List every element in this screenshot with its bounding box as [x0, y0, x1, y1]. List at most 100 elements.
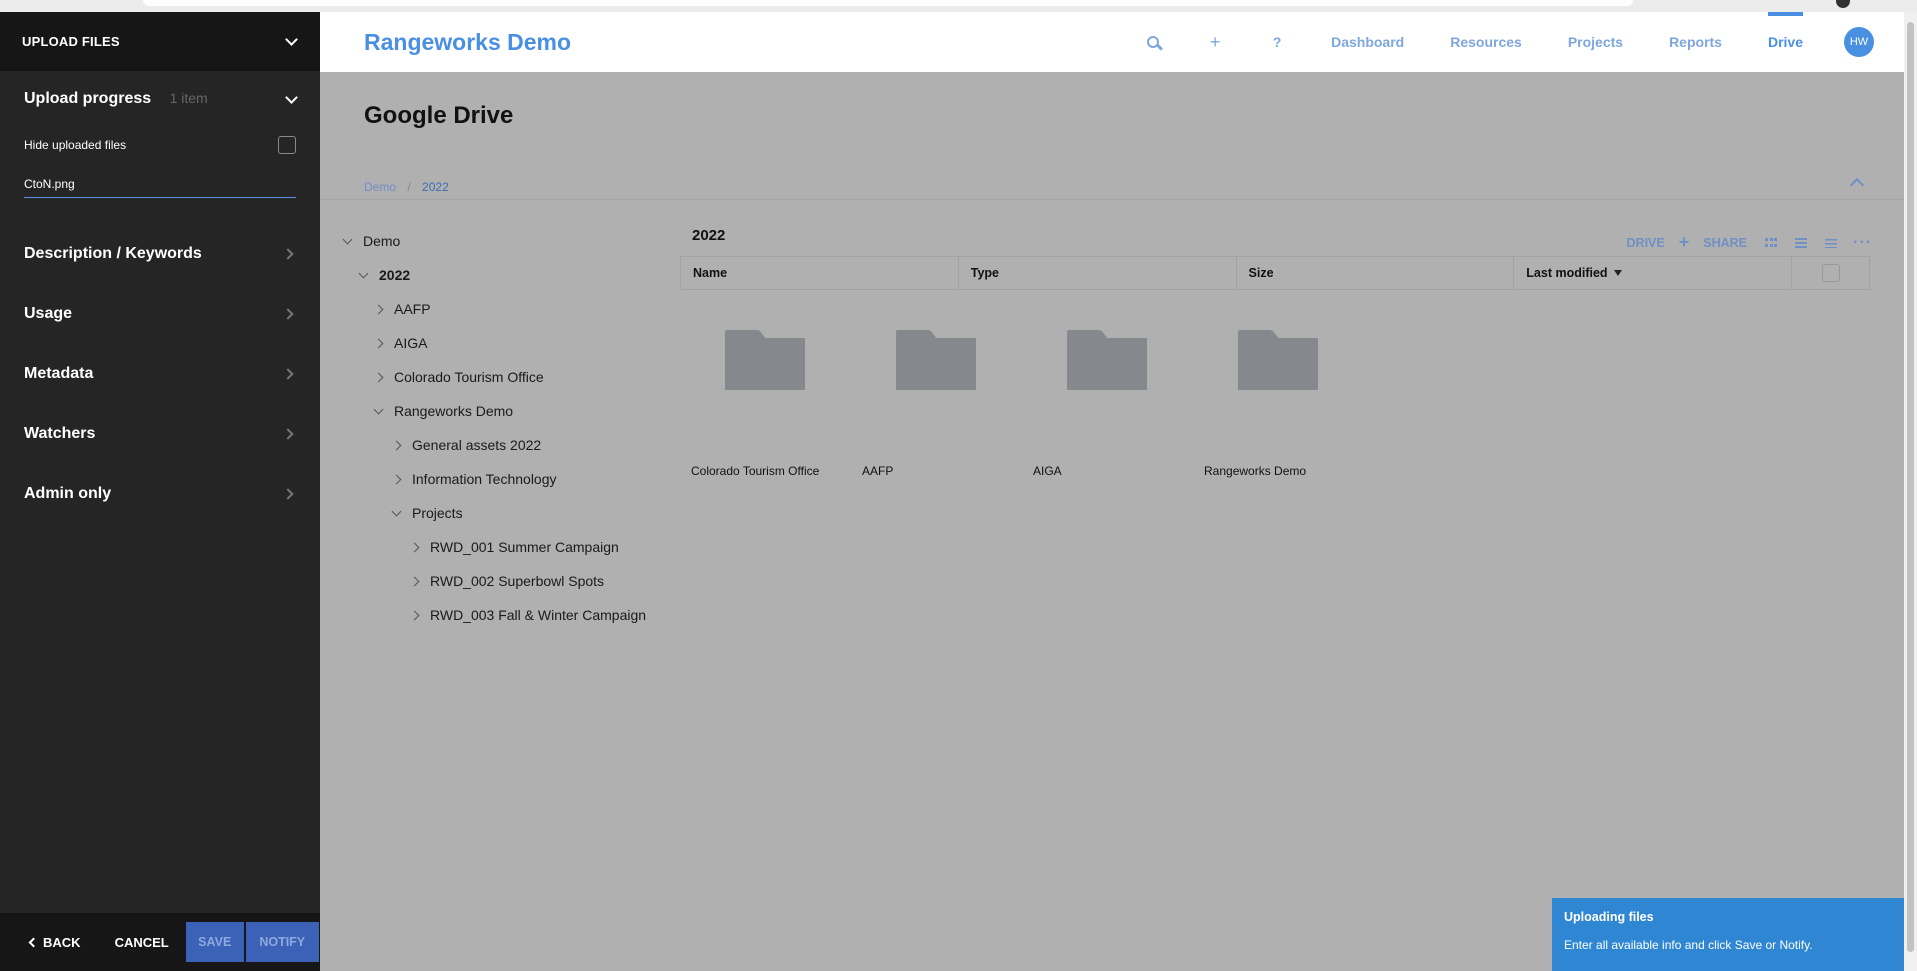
cancel-button[interactable]: CANCEL — [115, 935, 169, 950]
chevron-down-icon[interactable] — [285, 33, 298, 46]
tree-item-label: AAFP — [394, 301, 431, 317]
section-watchers[interactable]: Watchers — [0, 404, 320, 464]
breadcrumb-2022[interactable]: 2022 — [422, 180, 449, 194]
caret-right-icon[interactable] — [373, 304, 384, 314]
tree-item-rwd-003[interactable]: RWD_003 Fall & Winter Campaign — [344, 598, 646, 632]
section-usage[interactable]: Usage — [0, 284, 320, 344]
caret-right-icon[interactable] — [409, 576, 420, 586]
toast-message: Enter all available info and click Save … — [1564, 938, 1813, 952]
tree-item-colorado-tourism-office[interactable]: Colorado Tourism Office — [344, 360, 646, 394]
tree-item-2022[interactable]: 2022 — [344, 258, 646, 292]
brand-title[interactable]: Rangeworks Demo — [364, 29, 571, 56]
tree-item-aafp[interactable]: AAFP — [344, 292, 646, 326]
list-view-icon[interactable] — [1795, 237, 1808, 248]
folder-item[interactable]: AAFP — [862, 322, 1033, 482]
tree-item-rwd-001[interactable]: RWD_001 Summer Campaign — [344, 530, 646, 564]
caret-right-icon[interactable] — [373, 338, 384, 348]
select-all-checkbox[interactable] — [1821, 264, 1840, 282]
breadcrumb-demo[interactable]: Demo — [364, 180, 396, 194]
chevron-down-icon[interactable] — [285, 90, 298, 104]
folder-name: Rangeworks Demo — [1204, 464, 1307, 478]
save-button[interactable]: SAVE — [185, 922, 244, 962]
chevron-right-icon — [282, 368, 294, 380]
uploaded-file-item[interactable]: CtoN.png — [24, 177, 296, 198]
tree-item-aiga[interactable]: AIGA — [344, 326, 646, 360]
nav-projects[interactable]: Projects — [1568, 12, 1623, 72]
compact-view-icon[interactable] — [1825, 237, 1838, 248]
page-scrollbar[interactable] — [1904, 12, 1917, 971]
caret-down-icon[interactable] — [391, 506, 402, 516]
tree-item-general-assets-2022[interactable]: General assets 2022 — [344, 428, 646, 462]
column-label: Type — [970, 266, 1000, 280]
nav-dashboard[interactable]: Dashboard — [1331, 12, 1404, 72]
chevron-up-icon[interactable] — [1849, 177, 1865, 193]
notify-button[interactable]: NOTIFY — [245, 922, 319, 962]
tree-item-demo[interactable]: Demo — [342, 224, 646, 258]
caret-right-icon[interactable] — [409, 542, 420, 552]
caret-right-icon[interactable] — [409, 610, 420, 620]
search-icon — [1147, 35, 1160, 48]
help-icon: ? — [1272, 34, 1282, 50]
hide-uploaded-checkbox[interactable] — [278, 136, 296, 154]
scrollbar-thumb[interactable] — [1907, 22, 1914, 952]
chevron-right-icon — [282, 248, 294, 260]
drive-button[interactable]: DRIVE — [1627, 236, 1665, 250]
column-type[interactable]: Type — [959, 257, 1237, 289]
caret-down-icon[interactable] — [358, 268, 369, 278]
section-label: Admin only — [24, 485, 112, 502]
section-metadata[interactable]: Metadata — [0, 344, 320, 404]
caret-right-icon[interactable] — [391, 440, 402, 450]
folder-icon — [1067, 330, 1147, 392]
section-description-keywords[interactable]: Description / Keywords — [0, 224, 320, 284]
folder-item[interactable]: Colorado Tourism Office — [691, 322, 862, 482]
column-label: Size — [1248, 266, 1274, 280]
chevron-right-icon — [282, 428, 294, 440]
main-area: Rangeworks Demo + ? Dashboard Resources … — [320, 12, 1904, 971]
divider — [320, 199, 1904, 200]
toast-title: Uploading files — [1564, 910, 1654, 924]
share-button[interactable]: SHARE — [1703, 236, 1747, 250]
caret-down-icon[interactable] — [342, 234, 353, 244]
avatar[interactable]: HW — [1844, 27, 1874, 57]
column-name[interactable]: Name — [681, 257, 959, 289]
plus-icon[interactable]: + — [1679, 232, 1690, 253]
caret-right-icon[interactable] — [391, 474, 402, 484]
upload-panel-footer: BACK CANCEL SAVE NOTIFY — [0, 913, 320, 971]
search-button[interactable] — [1122, 32, 1184, 53]
add-button[interactable]: + — [1184, 32, 1246, 53]
section-label: Watchers — [24, 425, 96, 442]
column-label: Last modified — [1526, 266, 1608, 280]
folder-icon — [725, 330, 805, 392]
folder-item[interactable]: Rangeworks Demo — [1204, 322, 1375, 482]
more-options-icon[interactable]: ··· — [1853, 234, 1872, 252]
back-button[interactable]: BACK — [28, 935, 81, 950]
upload-progress: Upload progress 1 item Hide uploaded fil… — [0, 71, 320, 198]
section-admin-only[interactable]: Admin only — [0, 464, 320, 524]
upload-progress-toggle[interactable]: Upload progress 1 item — [24, 71, 298, 127]
breadcrumb-separator: / — [407, 180, 411, 194]
tree-item-information-technology[interactable]: Information Technology — [344, 462, 646, 496]
folder-name: AIGA — [1033, 464, 1062, 478]
folder-icon — [896, 330, 976, 392]
tree-item-label: Information Technology — [412, 471, 557, 487]
folder-name: Colorado Tourism Office — [691, 464, 820, 478]
nav-resources[interactable]: Resources — [1450, 12, 1522, 72]
caret-down-icon[interactable] — [373, 404, 384, 414]
nav-drive[interactable]: Drive — [1767, 12, 1804, 72]
upload-toast[interactable]: Uploading files Enter all available info… — [1552, 898, 1904, 971]
folder-icon — [1238, 330, 1318, 392]
tree-item-rwd-002[interactable]: RWD_002 Superbowl Spots — [344, 564, 646, 598]
breadcrumb: Demo / 2022 — [364, 180, 449, 194]
caret-right-icon[interactable] — [373, 372, 384, 382]
grid-view-icon[interactable] — [1765, 237, 1778, 248]
tree-item-projects[interactable]: Projects — [344, 496, 646, 530]
column-size[interactable]: Size — [1237, 257, 1515, 289]
tree-item-label: Projects — [412, 505, 463, 521]
tree-item-rangeworks-demo[interactable]: Rangeworks Demo — [344, 394, 646, 428]
column-last-modified[interactable]: Last modified — [1514, 257, 1793, 289]
folder-item[interactable]: AIGA — [1033, 322, 1204, 482]
upload-panel-header[interactable]: UPLOAD FILES — [0, 12, 320, 71]
help-button[interactable]: ? — [1246, 34, 1308, 50]
nav-reports[interactable]: Reports — [1669, 12, 1722, 72]
folder-name: AAFP — [862, 464, 894, 478]
